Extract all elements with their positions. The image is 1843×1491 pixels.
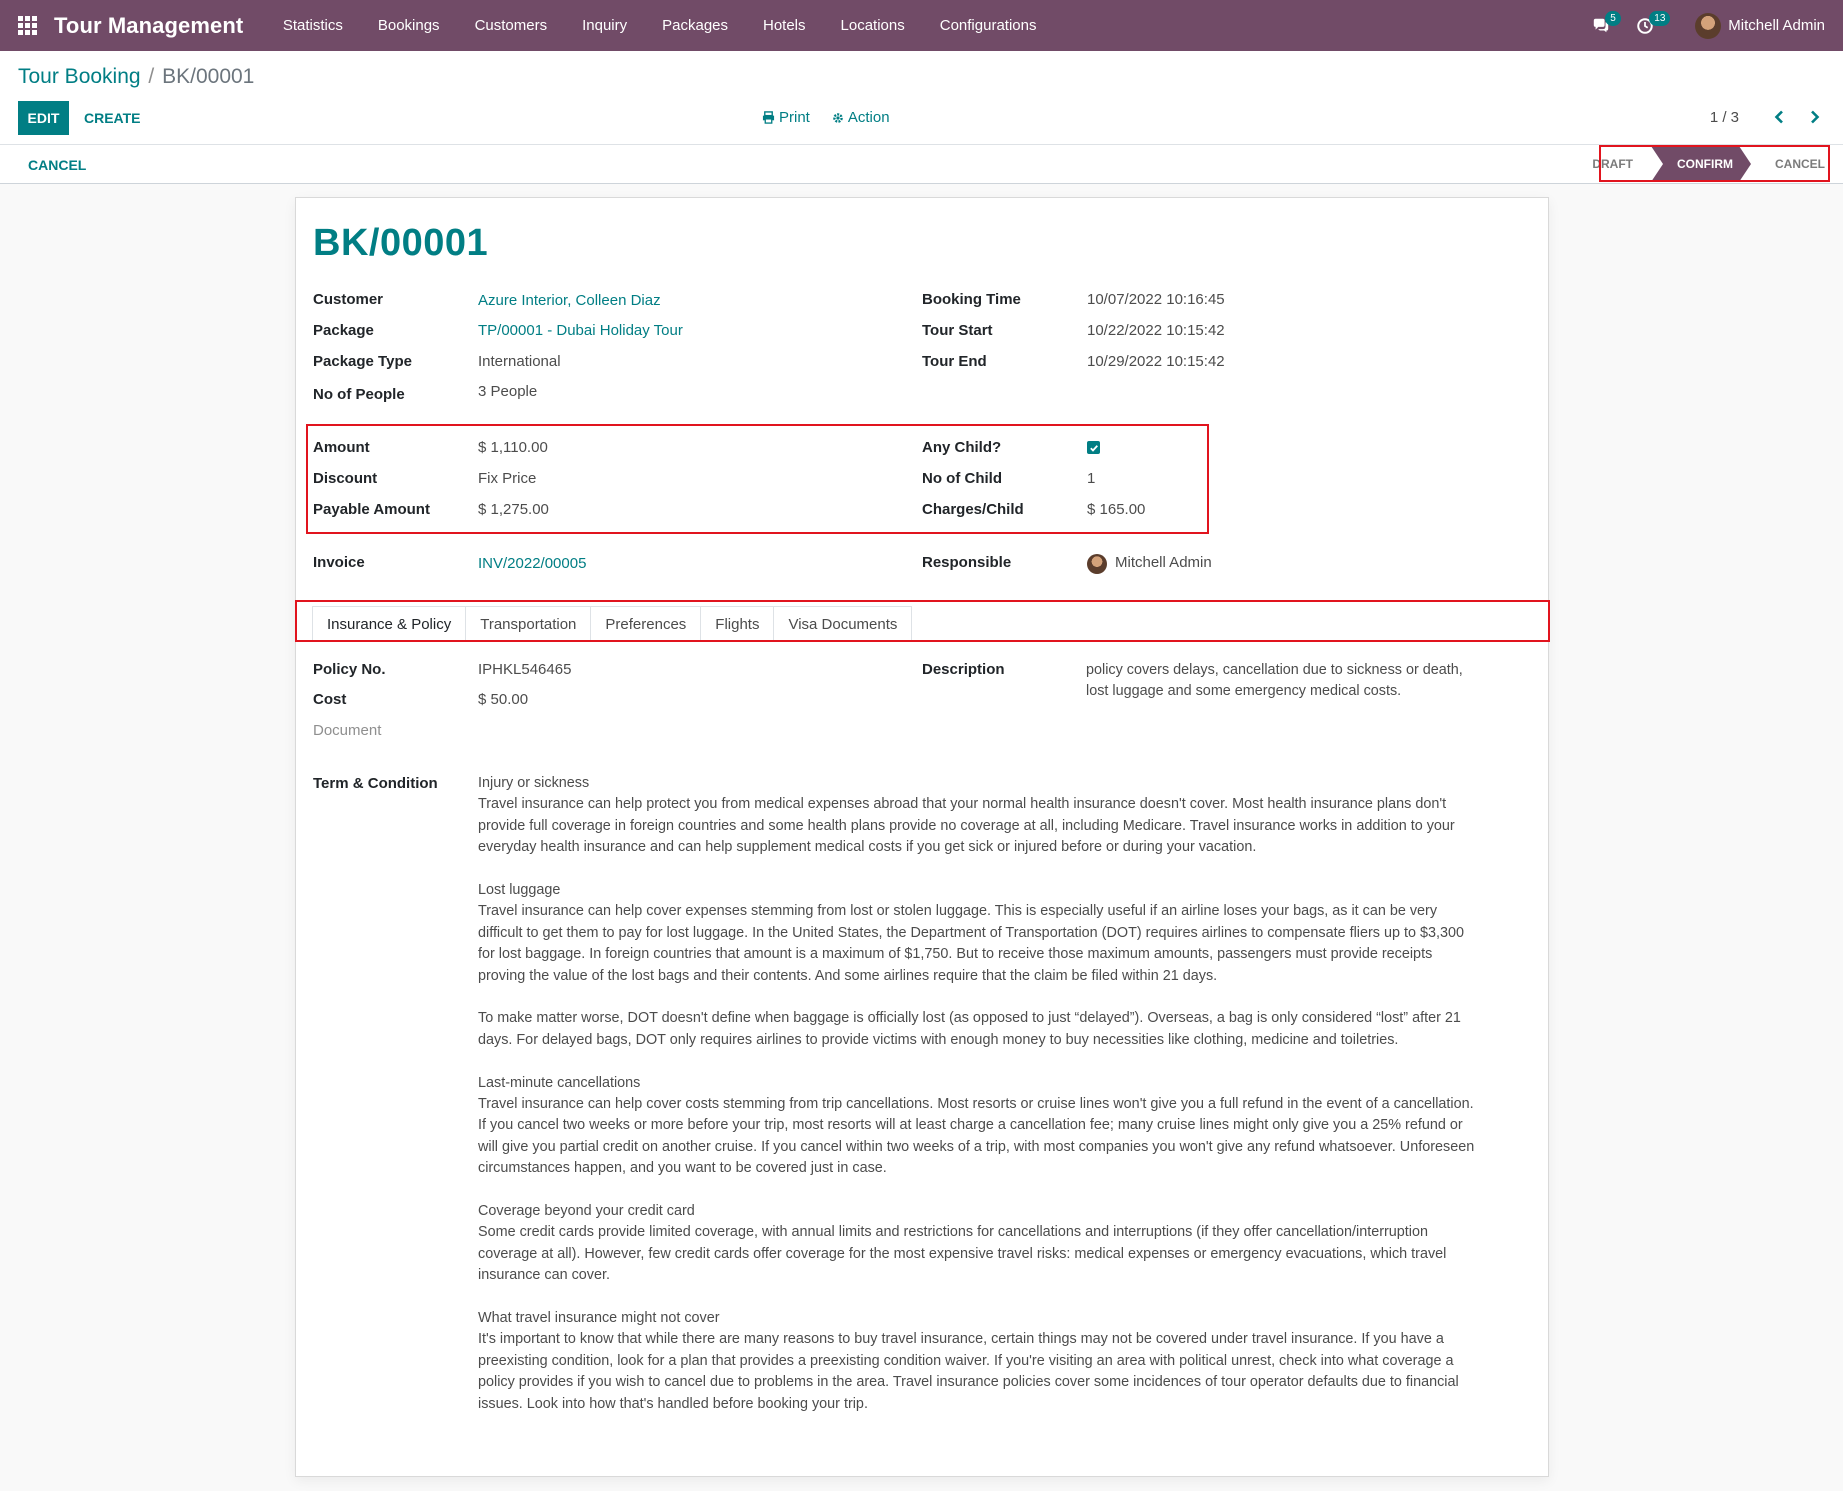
menu-item-statistics[interactable]: Statistics (265, 17, 360, 34)
term-body: To make matter worse, DOT doesn't define… (478, 1010, 1461, 1048)
pager-previous-button[interactable] (1769, 107, 1789, 127)
term-paragraph: To make matter worse, DOT doesn't define… (478, 1008, 1478, 1051)
document-label: Document (313, 722, 382, 739)
term-body: Travel insurance can help protect you fr… (478, 796, 1455, 856)
responsible-label: Responsible (922, 554, 1012, 571)
highlight-amount-group (306, 424, 1209, 534)
main-menu: Statistics Bookings Customers Inquiry Pa… (265, 0, 1054, 51)
customer-label: Customer (313, 291, 384, 308)
tour-end-value: 10/29/2022 10:15:42 (1087, 353, 1225, 370)
print-label: Print (779, 109, 810, 126)
activities-badge: 13 (1649, 11, 1671, 26)
control-panel: Tour Booking / BK/00001 EDIT CREATE Prin… (0, 51, 1843, 145)
invoice-label: Invoice (313, 554, 365, 571)
breadcrumb-parent[interactable]: Tour Booking (18, 65, 141, 88)
breadcrumb-separator: / (148, 65, 155, 88)
term-heading: Coverage beyond your credit card (478, 1203, 695, 1220)
user-menu[interactable]: Mitchell Admin (1695, 12, 1825, 39)
term-paragraph: Last-minute cancellations Travel insuranc… (478, 1073, 1478, 1180)
menu-item-locations[interactable]: Locations (823, 17, 922, 34)
term-heading: Lost luggage (478, 882, 561, 899)
description-value: policy covers delays, cancellation due t… (1086, 662, 1463, 700)
gear-icon (833, 112, 843, 123)
chevron-right-icon (1811, 110, 1820, 124)
chevron-left-icon (1774, 110, 1783, 124)
term-paragraph: Coverage beyond your credit card Some cre… (478, 1201, 1478, 1287)
messages-badge: 5 (1605, 11, 1621, 26)
activities-button[interactable]: 13 (1623, 0, 1671, 51)
term-paragraph: Injury or sickness Travel insurance can h… (478, 773, 1478, 859)
term-paragraph: Lost luggage Travel insurance can help co… (478, 880, 1478, 987)
menu-item-inquiry[interactable]: Inquiry (565, 17, 645, 34)
policy-no-label: Policy No. (313, 661, 386, 678)
term-heading: Last-minute cancellations (478, 1074, 641, 1091)
messages-button[interactable]: 5 (1579, 0, 1623, 51)
highlight-tabs (295, 600, 1550, 642)
pager: 1 / 3 (1710, 107, 1825, 127)
menu-item-hotels[interactable]: Hotels (746, 17, 824, 34)
term-heading: What travel insurance might not cover (478, 1310, 720, 1327)
term-condition-text: Injury or sickness Travel insurance can h… (478, 773, 1478, 1437)
term-body: Travel insurance can help cover expenses… (478, 903, 1465, 984)
menu-item-packages[interactable]: Packages (645, 17, 746, 34)
breadcrumb: Tour Booking / BK/00001 (18, 65, 254, 89)
record-title: BK/00001 (313, 222, 489, 264)
no-of-people-label: No of People (313, 386, 405, 403)
create-button[interactable]: CREATE (84, 101, 141, 135)
app-grid-icon[interactable] (0, 0, 54, 51)
term-condition-label: Term & Condition (313, 775, 438, 792)
invoice-link[interactable]: INV/2022/00005 (478, 555, 586, 572)
print-button[interactable]: Print (762, 109, 810, 126)
pager-value[interactable]: 1 / 3 (1710, 109, 1739, 126)
status-bar: CANCEL DRAFT CONFIRM CANCEL (0, 145, 1843, 184)
policy-no-value: IPHKL546465 (478, 661, 572, 678)
responsible-value[interactable]: Mitchell Admin (1115, 554, 1212, 571)
menu-item-configurations[interactable]: Configurations (922, 17, 1054, 34)
app-name[interactable]: Tour Management (54, 13, 243, 39)
menu-item-bookings[interactable]: Bookings (360, 17, 457, 34)
form-sheet: BK/00001 Customer Azure Interior, Collee… (295, 197, 1549, 1477)
package-type-value: International (478, 353, 561, 370)
tour-start-label: Tour Start (922, 322, 993, 339)
avatar (1087, 554, 1107, 574)
term-body: Travel insurance can help cover costs st… (478, 1096, 1475, 1177)
print-icon (762, 111, 775, 124)
cancel-button[interactable]: CANCEL (28, 145, 86, 184)
package-type-label: Package Type (313, 353, 412, 370)
no-of-people-value: 3 People (478, 383, 538, 400)
breadcrumb-current: BK/00001 (162, 65, 255, 88)
pager-next-button[interactable] (1805, 107, 1825, 127)
customer-link[interactable]: Azure Interior, Colleen Diaz (478, 292, 661, 309)
term-heading: Injury or sickness (478, 775, 590, 791)
avatar (1695, 12, 1722, 39)
menu-item-customers[interactable]: Customers (457, 17, 565, 34)
highlight-stages (1599, 145, 1830, 182)
action-label: Action (847, 109, 890, 126)
term-paragraph: What travel insurance might not cover It'… (478, 1308, 1478, 1415)
booking-time-value: 10/07/2022 10:16:45 (1087, 291, 1225, 308)
top-navbar: Tour Management Statistics Bookings Cust… (0, 0, 1843, 51)
action-button[interactable]: Action (832, 109, 890, 126)
tour-start-value: 10/22/2022 10:15:42 (1087, 322, 1225, 339)
term-body: Some credit cards provide limited covera… (478, 1224, 1447, 1284)
edit-button[interactable]: EDIT (18, 101, 69, 135)
booking-time-label: Booking Time (922, 291, 1021, 308)
tour-end-label: Tour End (922, 353, 987, 370)
cost-value: $ 50.00 (478, 691, 529, 708)
user-name: Mitchell Admin (1728, 17, 1825, 34)
package-link[interactable]: TP/00001 - Dubai Holiday Tour (478, 322, 683, 339)
cost-label: Cost (313, 691, 347, 708)
package-label: Package (313, 322, 374, 339)
term-body: It's important to know that while there … (478, 1331, 1459, 1412)
description-label: Description (922, 661, 1005, 678)
